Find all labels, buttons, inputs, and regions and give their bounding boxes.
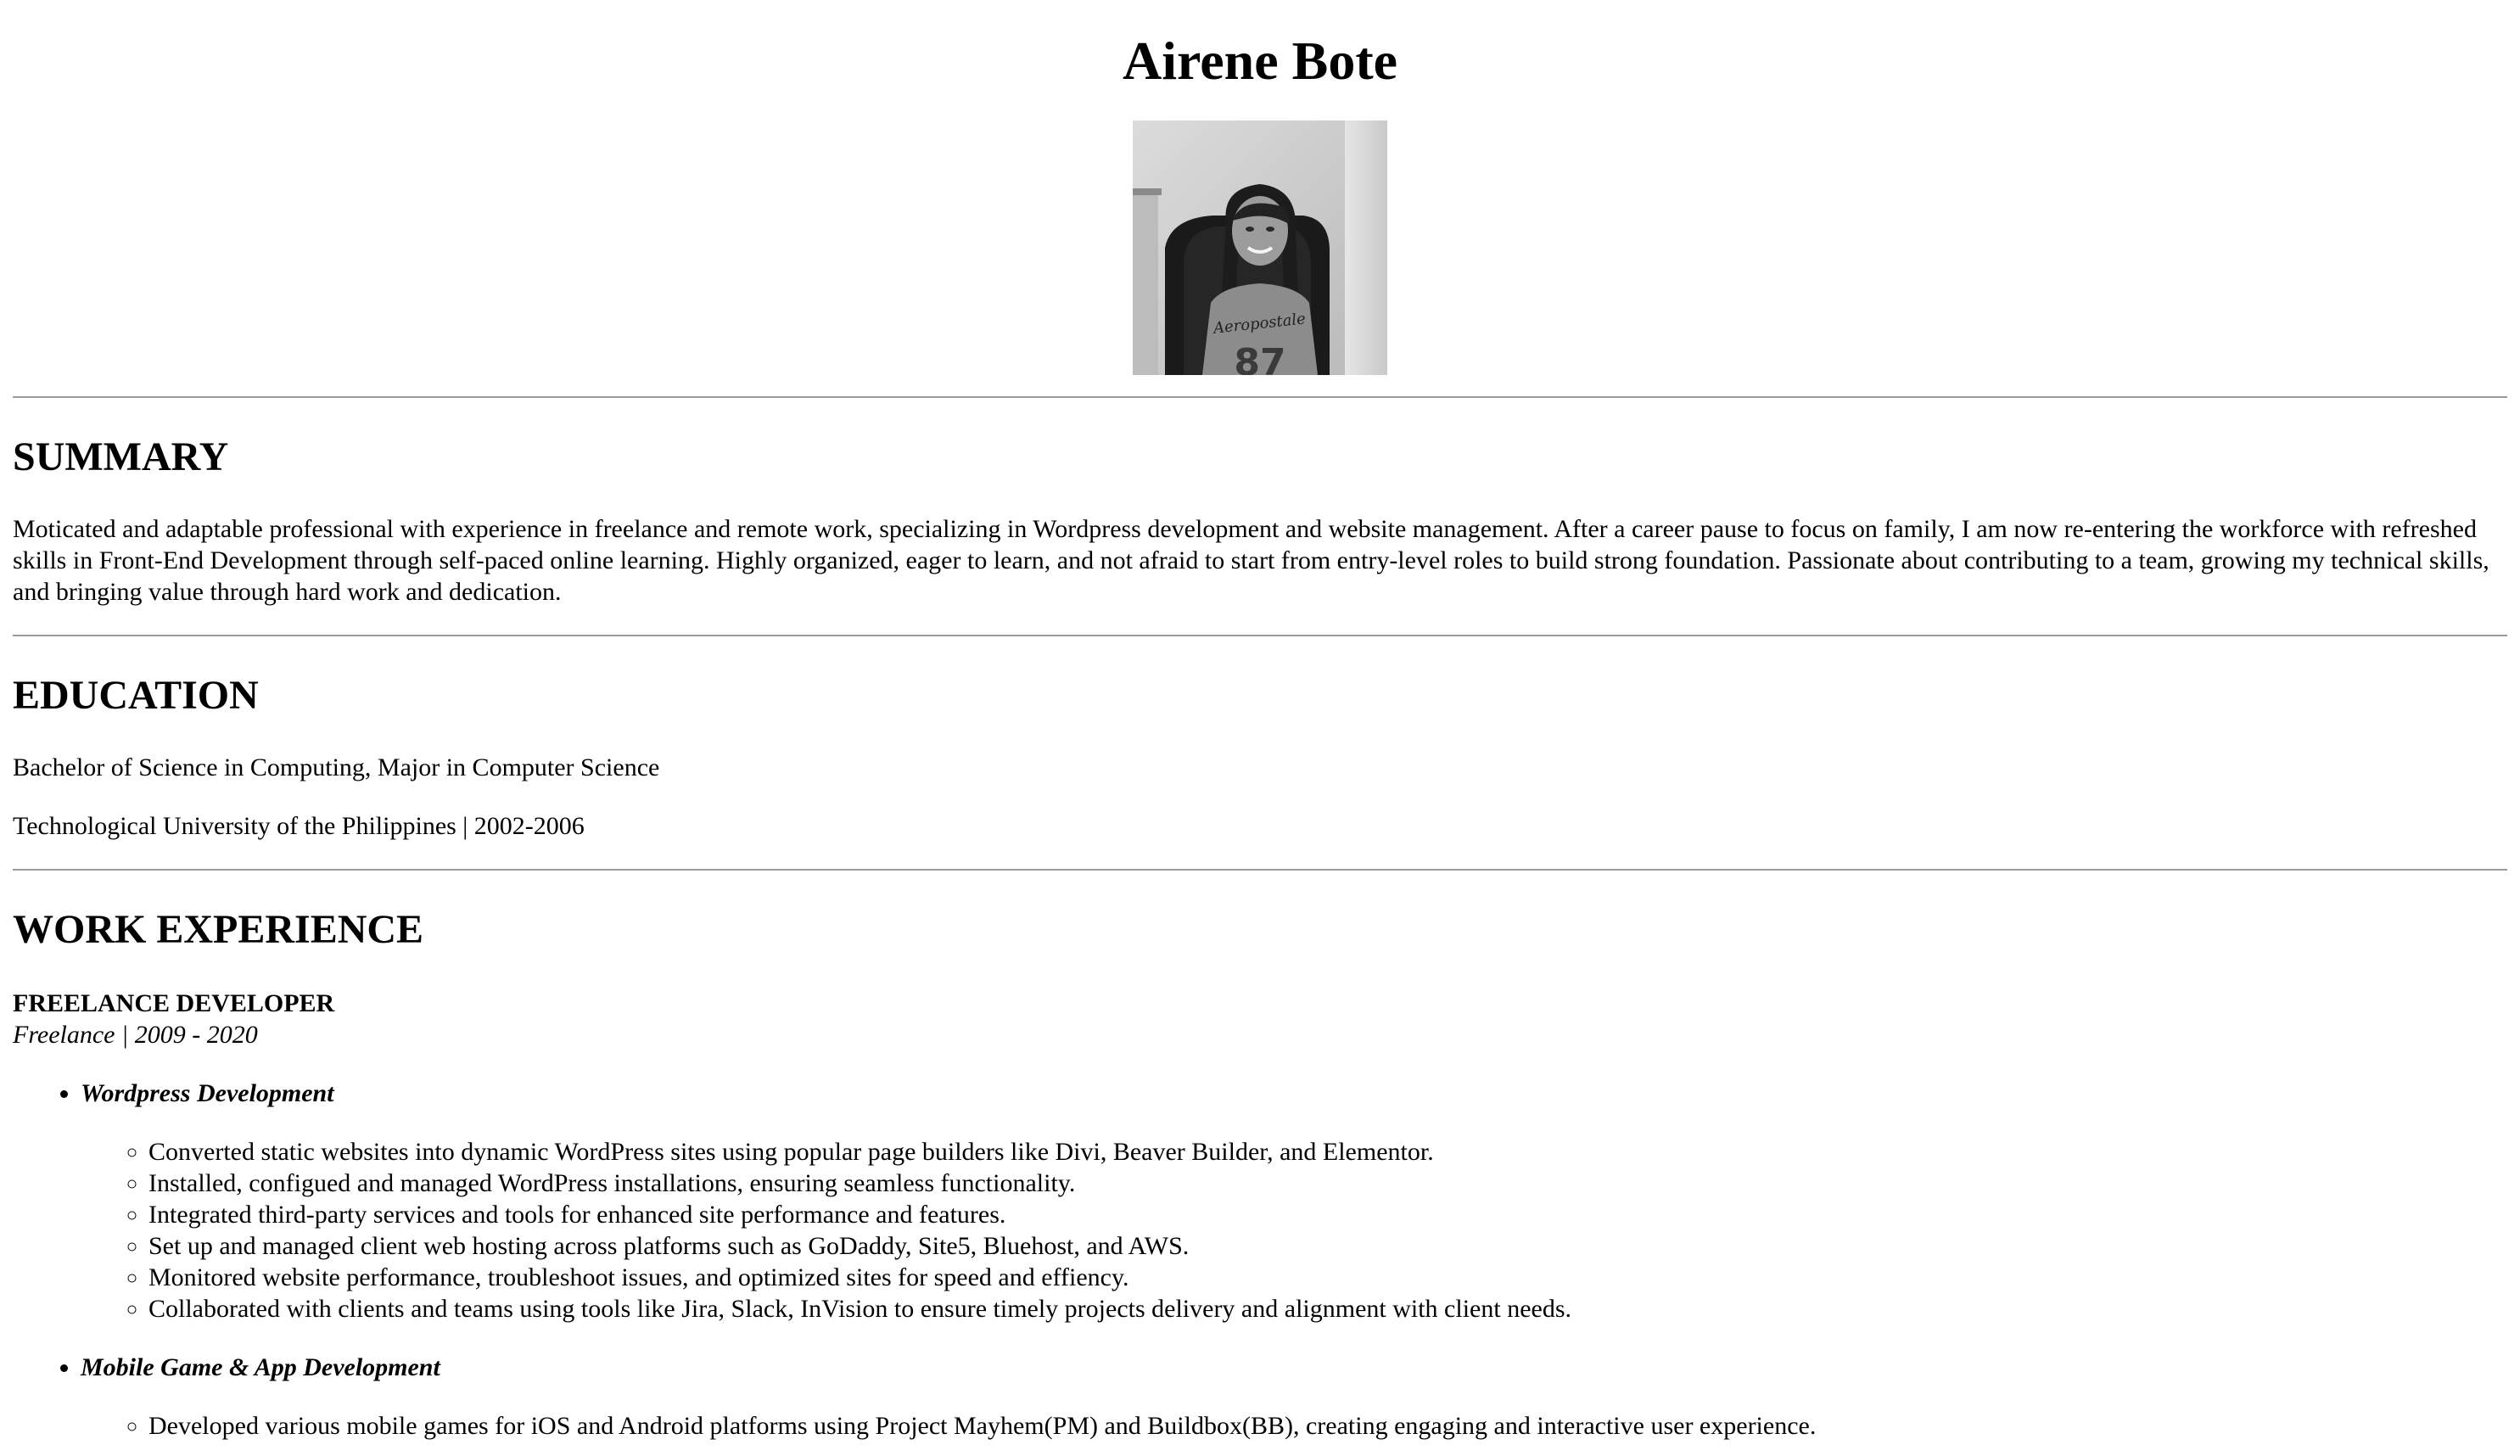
divider	[13, 869, 2507, 871]
page-title: Airene Bote	[1122, 31, 1398, 91]
skill-name: Mobile Game & App Development	[81, 1353, 440, 1381]
work-experience-section: WORK EXPERIENCE FREELANCE DEVELOPER Free…	[13, 906, 2507, 1442]
summary-text: Moticated and adaptable professional wit…	[13, 515, 2489, 606]
profile-photo: Aeropostale 87	[1133, 120, 1387, 375]
summary-heading: SUMMARY	[13, 434, 229, 479]
divider	[13, 635, 2507, 636]
skill-list: Wordpress Development Converted static w…	[13, 1078, 2507, 1442]
education-school: Technological University of the Philippi…	[13, 812, 585, 840]
task-item: Collaborated with clients and teams usin…	[148, 1293, 2507, 1324]
task-list: Converted static websites into dynamic W…	[81, 1136, 2507, 1324]
summary-section: SUMMARY Moticated and adaptable professi…	[13, 434, 2507, 608]
task-item: Converted static websites into dynamic W…	[148, 1136, 2507, 1168]
skill-name: Wordpress Development	[81, 1079, 334, 1107]
resume-page: Airene Bote Aeropostale 87 SUMMARY Motic…	[0, 0, 2520, 1456]
task-item: Integrated third-party services and tool…	[148, 1199, 2507, 1230]
task-item: Installed, configued and managed WordPre…	[148, 1168, 2507, 1199]
shirt-number-text: 87	[1234, 341, 1285, 375]
job-entry: FREELANCE DEVELOPER Freelance | 2009 - 2…	[13, 988, 2507, 1442]
work-experience-heading: WORK EXPERIENCE	[13, 907, 424, 952]
skill-item: Mobile Game & App Development Developed …	[81, 1352, 2507, 1442]
task-item: Developed various mobile games for iOS a…	[148, 1410, 2507, 1442]
portrait-image: Aeropostale 87	[1133, 120, 1387, 375]
task-list: Developed various mobile games for iOS a…	[81, 1410, 2507, 1442]
education-section: EDUCATION Bachelor of Science in Computi…	[13, 672, 2507, 842]
job-title: FREELANCE DEVELOPER	[13, 989, 335, 1017]
divider	[13, 396, 2507, 398]
task-item: Monitored website performance, troublesh…	[148, 1262, 2507, 1293]
task-item: Set up and managed client web hosting ac…	[148, 1230, 2507, 1262]
education-heading: EDUCATION	[13, 673, 259, 718]
education-degree: Bachelor of Science in Computing, Major …	[13, 753, 660, 781]
job-meta: Freelance | 2009 - 2020	[13, 1021, 258, 1049]
skill-item: Wordpress Development Converted static w…	[81, 1078, 2507, 1324]
